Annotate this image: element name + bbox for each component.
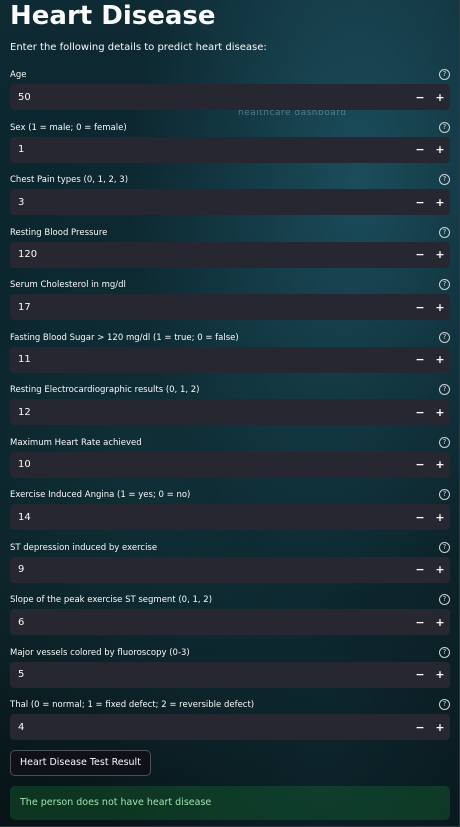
decrement-button[interactable]: − — [410, 84, 430, 110]
number-input-value[interactable]: 1 — [10, 144, 410, 155]
number-input[interactable]: 10− + — [10, 451, 450, 478]
number-input[interactable]: 120− + — [10, 241, 450, 268]
help-icon[interactable]: ? — [439, 646, 450, 658]
increment-button[interactable]: + — [430, 137, 450, 163]
increment-button[interactable]: + — [430, 189, 450, 215]
field-label: Exercise Induced Angina (1 = yes; 0 = no… — [10, 490, 191, 500]
increment-button[interactable]: + — [430, 294, 450, 320]
decrement-button[interactable]: − — [410, 294, 430, 320]
number-input-value[interactable]: 10 — [10, 459, 410, 470]
field-label: Resting Blood Pressure — [10, 227, 108, 238]
help-icon[interactable]: ? — [439, 489, 450, 500]
number-input-value[interactable]: 3 — [10, 197, 410, 208]
number-input-value[interactable]: 50 — [10, 92, 410, 103]
decrement-button[interactable]: − — [410, 609, 430, 635]
help-icon[interactable]: ? — [439, 174, 450, 185]
help-icon[interactable]: ? — [439, 226, 450, 238]
field-label: Chest Pain types (0, 1, 2, 3) — [10, 175, 129, 185]
field-label: Age — [10, 70, 27, 80]
field-label: Major vessels colored by fluoroscopy (0-… — [10, 647, 190, 658]
app-frame: healthcare dashboard Heart Disease Enter… — [0, 0, 460, 827]
decrement-button[interactable]: − — [410, 662, 430, 688]
number-input[interactable]: 14− + — [10, 504, 450, 530]
increment-button[interactable]: + — [430, 714, 450, 740]
help-icon[interactable]: ? — [439, 384, 450, 395]
decrement-button[interactable]: − — [410, 347, 430, 373]
number-input-value[interactable]: 17 — [10, 302, 410, 313]
page-title: Heart Disease — [10, 1, 216, 30]
number-input[interactable]: 3− + — [10, 189, 450, 215]
number-input-value[interactable]: 9 — [10, 564, 410, 575]
number-input[interactable]: 6− + — [10, 609, 450, 635]
number-field: Slope of the peak exercise ST segment (0… — [10, 593, 450, 635]
decrement-button[interactable]: − — [410, 242, 430, 268]
number-field: Resting Electrocardiographic results (0,… — [10, 383, 450, 425]
field-label: Fasting Blood Sugar > 120 mg/dl (1 = tru… — [10, 332, 239, 343]
number-field: Thal (0 = normal; 1 = fixed defect; 2 = … — [10, 698, 450, 740]
number-input[interactable]: 4− + — [10, 714, 450, 740]
increment-button[interactable]: + — [430, 452, 450, 478]
result-message: The person does not have heart disease — [10, 786, 450, 820]
field-label: Thal (0 = normal; 1 = fixed defect; 2 = … — [10, 700, 255, 710]
number-input-value[interactable]: 5 — [10, 669, 410, 680]
number-input-value[interactable]: 11 — [10, 354, 410, 365]
help-icon[interactable]: ? — [439, 331, 450, 343]
number-input[interactable]: 5− + — [10, 661, 450, 688]
number-field: Resting Blood Pressure? 120− + — [10, 226, 450, 268]
field-label: Resting Electrocardiographic results (0,… — [10, 385, 200, 395]
number-input-value[interactable]: 12 — [10, 407, 410, 418]
number-input[interactable]: 1− + — [10, 136, 450, 163]
page-subtitle: Enter the following details to predict h… — [10, 42, 267, 53]
decrement-button[interactable]: − — [410, 137, 430, 163]
decrement-button[interactable]: − — [410, 557, 430, 583]
increment-button[interactable]: + — [430, 84, 450, 110]
number-field: Major vessels colored by fluoroscopy (0-… — [10, 646, 450, 688]
number-input-value[interactable]: 4 — [10, 722, 410, 733]
decrement-button[interactable]: − — [410, 189, 430, 215]
help-icon[interactable]: ? — [439, 594, 450, 605]
decrement-button[interactable]: − — [410, 714, 430, 740]
number-field: Serum Cholesterol in mg/dl? 17− + — [10, 278, 450, 320]
number-field: Exercise Induced Angina (1 = yes; 0 = no… — [10, 488, 450, 530]
number-input[interactable]: 9− + — [10, 556, 450, 583]
help-icon[interactable]: ? — [439, 541, 450, 553]
help-icon[interactable]: ? — [439, 436, 450, 448]
field-label: Sex (1 = male; 0 = female) — [10, 122, 127, 133]
field-label: Slope of the peak exercise ST segment (0… — [10, 595, 213, 605]
number-input[interactable]: 12− + — [10, 399, 450, 425]
help-icon[interactable]: ? — [439, 279, 450, 290]
increment-button[interactable]: + — [430, 347, 450, 373]
decrement-button[interactable]: − — [410, 452, 430, 478]
number-input-value[interactable]: 120 — [10, 249, 410, 260]
number-field: Maximum Heart Rate achieved? 10− + — [10, 436, 450, 478]
decrement-button[interactable]: − — [410, 504, 430, 530]
increment-button[interactable]: + — [430, 242, 450, 268]
help-icon[interactable]: ? — [439, 69, 450, 80]
increment-button[interactable]: + — [430, 399, 450, 425]
number-input-value[interactable]: 14 — [10, 512, 410, 523]
number-field: ST depression induced by exercise? 9− + — [10, 541, 450, 583]
number-input[interactable]: 17− + — [10, 294, 450, 320]
increment-button[interactable]: + — [430, 504, 450, 530]
number-input[interactable]: 11− + — [10, 346, 450, 373]
field-label: Maximum Heart Rate achieved — [10, 437, 142, 448]
increment-button[interactable]: + — [430, 609, 450, 635]
number-field: Chest Pain types (0, 1, 2, 3)? 3− + — [10, 173, 450, 215]
number-field: Fasting Blood Sugar > 120 mg/dl (1 = tru… — [10, 331, 450, 373]
increment-button[interactable]: + — [430, 662, 450, 688]
number-input[interactable]: 50− + — [10, 84, 450, 110]
help-icon[interactable]: ? — [439, 121, 450, 133]
number-input-value[interactable]: 6 — [10, 617, 410, 628]
test-result-button[interactable]: Heart Disease Test Result — [10, 750, 151, 776]
number-field: Age? 50− + — [10, 68, 450, 110]
field-label: ST depression induced by exercise — [10, 542, 158, 553]
help-icon[interactable]: ? — [439, 699, 450, 710]
number-field: Sex (1 = male; 0 = female)? 1− + — [10, 121, 450, 163]
field-label: Serum Cholesterol in mg/dl — [10, 280, 126, 290]
decrement-button[interactable]: − — [410, 399, 430, 425]
increment-button[interactable]: + — [430, 557, 450, 583]
